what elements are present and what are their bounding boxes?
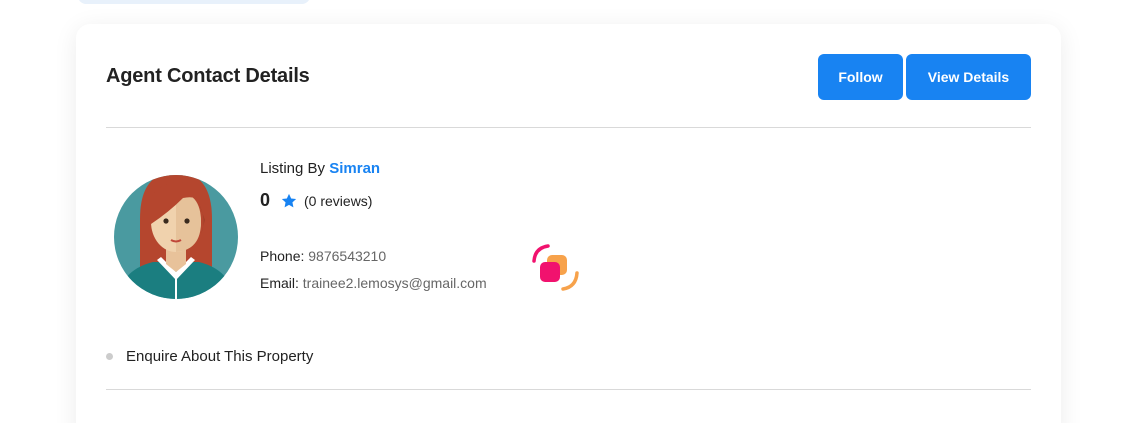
agent-avatar [114, 175, 238, 299]
phone-line: Phone: 9876543210 [260, 248, 386, 264]
phone-label: Phone: [260, 248, 305, 264]
rating-score: 0 [260, 190, 271, 210]
bullet-dot-icon [106, 353, 113, 360]
view-details-button[interactable]: View Details [906, 54, 1031, 100]
email-label: Email: [260, 275, 299, 291]
reviews-count: (0 reviews) [304, 192, 373, 209]
app-logo-icon[interactable] [531, 243, 581, 293]
email-value[interactable]: trainee2.lemosys@gmail.com [303, 275, 487, 291]
agent-contact-card: Agent Contact Details Follow View Detail… [76, 24, 1061, 423]
card-title: Agent Contact Details [106, 65, 310, 87]
enquire-label: Enquire About This Property [126, 348, 314, 365]
follow-button[interactable]: Follow [818, 54, 903, 100]
enquire-item[interactable]: Enquire About This Property [106, 348, 313, 365]
email-line: Email: trainee2.lemosys@gmail.com [260, 275, 487, 291]
agent-name-link[interactable]: Simran [329, 160, 380, 177]
listing-by: Listing By Simran [260, 160, 380, 177]
listing-prefix: Listing By [260, 160, 326, 177]
phone-value[interactable]: 9876543210 [308, 248, 386, 264]
divider [106, 389, 1031, 390]
top-tab-strip [78, 0, 310, 4]
divider [106, 127, 1031, 128]
rating-row: 0 (0 reviews) [260, 190, 372, 211]
star-icon [281, 193, 297, 207]
